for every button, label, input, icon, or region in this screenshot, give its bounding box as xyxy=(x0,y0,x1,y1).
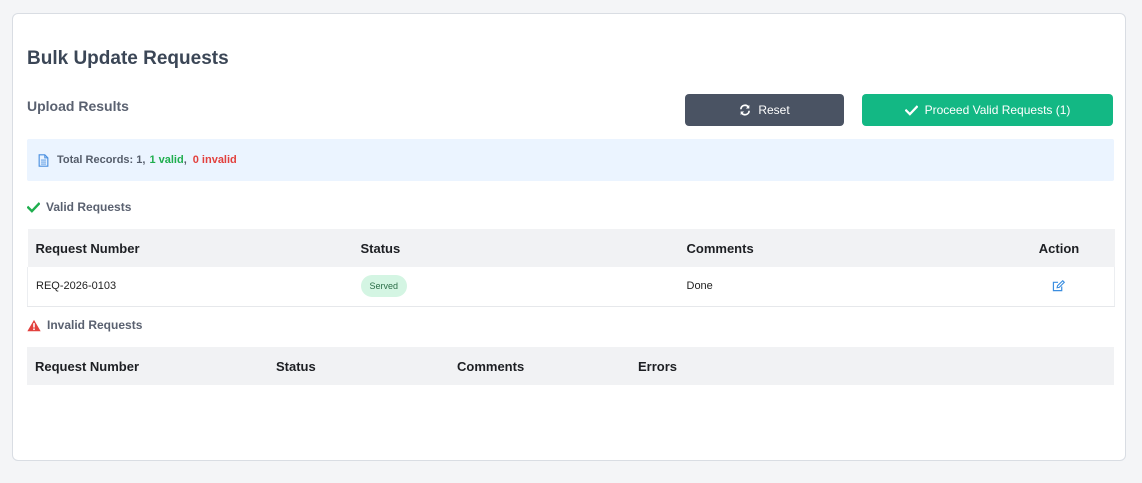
column-header-request-number: Request Number xyxy=(27,347,268,385)
valid-requests-table: Request Number Status Comments Action RE… xyxy=(27,229,1115,307)
page-title: Bulk Update Requests xyxy=(27,48,229,69)
warning-triangle-icon xyxy=(27,319,41,331)
table-row: REQ-2026-0103 Served Done xyxy=(27,267,1115,307)
table-header-row: Request Number Status Comments Errors xyxy=(27,347,1114,385)
column-header-comments: Comments xyxy=(449,347,630,385)
document-icon xyxy=(38,153,49,167)
bulk-update-card: Bulk Update Requests Upload Results Rese… xyxy=(12,13,1126,461)
invalid-requests-heading-label: Invalid Requests xyxy=(47,318,143,332)
column-header-request-number: Request Number xyxy=(27,229,353,267)
request-number-cell: REQ-2026-0103 xyxy=(27,267,353,307)
valid-requests-heading: Valid Requests xyxy=(27,200,131,214)
column-header-comments: Comments xyxy=(678,229,1004,267)
comments-cell: Done xyxy=(678,267,1004,307)
upload-summary-banner: Total Records: 1, 1 valid, 0 invalid xyxy=(27,139,1114,181)
summary-separator: , xyxy=(183,154,187,166)
reset-button-label: Reset xyxy=(758,103,790,117)
column-header-errors: Errors xyxy=(630,347,1114,385)
invalid-requests-table: Request Number Status Comments Errors xyxy=(27,347,1114,385)
action-cell xyxy=(1003,267,1115,307)
status-badge: Served xyxy=(360,275,408,298)
valid-requests-heading-label: Valid Requests xyxy=(46,200,132,214)
invalid-requests-heading: Invalid Requests xyxy=(27,318,142,332)
upload-results-title: Upload Results xyxy=(27,98,129,114)
proceed-valid-requests-button[interactable]: Proceed Valid Requests (1) xyxy=(862,94,1113,126)
column-header-status: Status xyxy=(268,347,449,385)
proceed-button-label: Proceed Valid Requests (1) xyxy=(924,103,1071,117)
reset-button[interactable]: Reset xyxy=(685,94,844,126)
check-icon xyxy=(904,104,918,116)
check-icon xyxy=(27,201,40,213)
column-header-action: Action xyxy=(1003,229,1115,267)
column-header-status: Status xyxy=(352,229,679,267)
summary-valid-count: 1 valid xyxy=(149,154,184,166)
edit-icon[interactable] xyxy=(1052,280,1066,292)
summary-invalid-count: 0 invalid xyxy=(192,154,237,166)
table-header-row: Request Number Status Comments Action xyxy=(27,229,1115,267)
status-cell: Served xyxy=(352,267,679,307)
summary-total-text: Total Records: 1, xyxy=(57,154,146,166)
refresh-icon xyxy=(740,104,751,116)
